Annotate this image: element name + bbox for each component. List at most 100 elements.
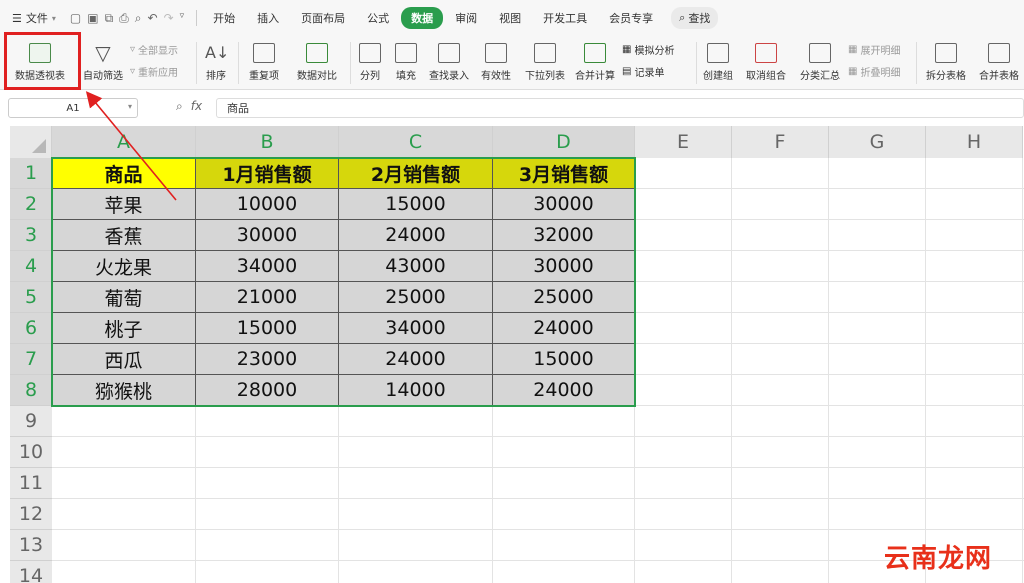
save-icon[interactable]: ▣: [87, 11, 98, 26]
consolidate-button[interactable]: 合并计算: [574, 36, 616, 88]
file-menu[interactable]: ☰ 文件 ▾: [0, 10, 64, 26]
row-header-6[interactable]: 6: [10, 313, 52, 344]
row-header-4[interactable]: 4: [10, 251, 52, 282]
split-column-button[interactable]: 分列: [356, 36, 384, 88]
column-header-b[interactable]: B: [196, 126, 339, 158]
column-header-g[interactable]: G: [829, 126, 926, 158]
table-cell[interactable]: 34000: [339, 313, 493, 344]
table-cell[interactable]: 24000: [339, 344, 493, 375]
split-table-button[interactable]: 拆分表格: [922, 36, 970, 88]
new-file-icon[interactable]: ▢: [70, 11, 81, 26]
row-header-12[interactable]: 12: [10, 499, 52, 530]
row-header-5[interactable]: 5: [10, 282, 52, 313]
table-cell[interactable]: 葡萄: [52, 282, 196, 313]
table-cell[interactable]: 24000: [493, 313, 635, 344]
customize-icon[interactable]: ▿: [180, 11, 185, 26]
table-cell[interactable]: 15000: [493, 344, 635, 375]
row-header-2[interactable]: 2: [10, 189, 52, 220]
header-cell[interactable]: 1月销售额: [196, 158, 339, 189]
table-cell[interactable]: 10000: [196, 189, 339, 220]
row-header-7[interactable]: 7: [10, 344, 52, 375]
table-cell[interactable]: 24000: [339, 220, 493, 251]
data-compare-button[interactable]: 数据对比: [290, 36, 344, 88]
name-box[interactable]: A1 ▾: [8, 98, 138, 118]
auto-filter-button[interactable]: ▽ 自动筛选: [80, 36, 126, 88]
row-header-1[interactable]: 1: [10, 158, 52, 189]
collapse-detail-button[interactable]: ▦ 折叠明细: [848, 64, 900, 79]
column-header-d[interactable]: D: [493, 126, 635, 158]
column-header-c[interactable]: C: [339, 126, 493, 158]
tab-formula[interactable]: 公式: [357, 7, 399, 29]
row-header-3[interactable]: 3: [10, 220, 52, 251]
undo-icon[interactable]: ↶: [148, 11, 158, 26]
row-header-9[interactable]: 9: [10, 406, 52, 437]
create-group-button[interactable]: 创建组: [702, 36, 734, 88]
duplicates-button[interactable]: 重复项: [244, 36, 284, 88]
row-header-10[interactable]: 10: [10, 437, 52, 468]
table-cell[interactable]: 34000: [196, 251, 339, 282]
row-header-8[interactable]: 8: [10, 375, 52, 406]
table-cell[interactable]: 30000: [493, 189, 635, 220]
table-cell[interactable]: 火龙果: [52, 251, 196, 282]
table-cell[interactable]: 30000: [493, 251, 635, 282]
table-cell[interactable]: 14000: [339, 375, 493, 406]
tab-developer[interactable]: 开发工具: [533, 7, 597, 29]
merge-table-button[interactable]: 合并表格: [976, 36, 1022, 88]
funnel-icon: ▽: [95, 41, 111, 65]
column-header-e[interactable]: E: [635, 126, 732, 158]
row-header-14[interactable]: 14: [10, 561, 52, 583]
table-cell[interactable]: 25000: [493, 282, 635, 313]
formula-input[interactable]: 商品: [216, 98, 1024, 118]
table-cell[interactable]: 猕猴桃: [52, 375, 196, 406]
zoom-icon[interactable]: ⌕: [176, 99, 183, 114]
reapply-button[interactable]: ▿ 重新应用: [130, 64, 178, 79]
tab-review[interactable]: 审阅: [445, 7, 487, 29]
row-header-11[interactable]: 11: [10, 468, 52, 499]
header-cell[interactable]: 商品: [52, 158, 196, 189]
column-header-h[interactable]: H: [926, 126, 1023, 158]
table-cell[interactable]: 15000: [339, 189, 493, 220]
table-cell[interactable]: 23000: [196, 344, 339, 375]
tab-home[interactable]: 开始: [203, 7, 245, 29]
validity-button[interactable]: 有效性: [478, 36, 514, 88]
header-cell[interactable]: 2月销售额: [339, 158, 493, 189]
table-cell[interactable]: 25000: [339, 282, 493, 313]
table-cell[interactable]: 30000: [196, 220, 339, 251]
record-form-button[interactable]: ▤ 记录单: [622, 64, 664, 79]
subtotal-button[interactable]: 分类汇总: [798, 36, 842, 88]
table-cell[interactable]: 香蕉: [52, 220, 196, 251]
select-all-corner[interactable]: [10, 126, 52, 158]
redo-icon[interactable]: ↷: [164, 11, 174, 26]
tab-insert[interactable]: 插入: [247, 7, 289, 29]
row-header-13[interactable]: 13: [10, 530, 52, 561]
dropdown-list-button[interactable]: 下拉列表: [524, 36, 566, 88]
table-cell[interactable]: 28000: [196, 375, 339, 406]
tab-page-layout[interactable]: 页面布局: [291, 7, 355, 29]
table-cell[interactable]: 24000: [493, 375, 635, 406]
print-preview-icon[interactable]: ⌕: [135, 11, 142, 26]
table-cell[interactable]: 桃子: [52, 313, 196, 344]
table-cell[interactable]: 西瓜: [52, 344, 196, 375]
tab-data[interactable]: 数据: [401, 7, 444, 29]
expand-detail-button[interactable]: ▦ 展开明细: [848, 42, 900, 57]
table-cell[interactable]: 32000: [493, 220, 635, 251]
print-icon[interactable]: ⎙: [119, 11, 129, 26]
column-header-a[interactable]: A: [52, 126, 196, 158]
table-cell[interactable]: 21000: [196, 282, 339, 313]
column-header-f[interactable]: F: [732, 126, 829, 158]
export-icon[interactable]: ⧉: [105, 11, 114, 26]
ungroup-button[interactable]: 取消组合: [742, 36, 790, 88]
lookup-entry-button[interactable]: 查找录入: [428, 36, 470, 88]
sort-button[interactable]: A↓ 排序: [200, 36, 232, 88]
table-cell[interactable]: 15000: [196, 313, 339, 344]
simulation-button[interactable]: ▦ 模拟分析: [622, 42, 674, 57]
header-cell[interactable]: 3月销售额: [493, 158, 635, 189]
show-all-button[interactable]: ▿ 全部显示: [130, 42, 178, 57]
table-cell[interactable]: 苹果: [52, 189, 196, 220]
tab-member[interactable]: 会员专享: [599, 7, 663, 29]
search-box[interactable]: ⌕ 查找: [671, 7, 719, 29]
table-cell[interactable]: 43000: [339, 251, 493, 282]
fx-icon[interactable]: fx: [191, 99, 202, 114]
tab-view[interactable]: 视图: [489, 7, 531, 29]
fill-button[interactable]: 填充: [392, 36, 420, 88]
